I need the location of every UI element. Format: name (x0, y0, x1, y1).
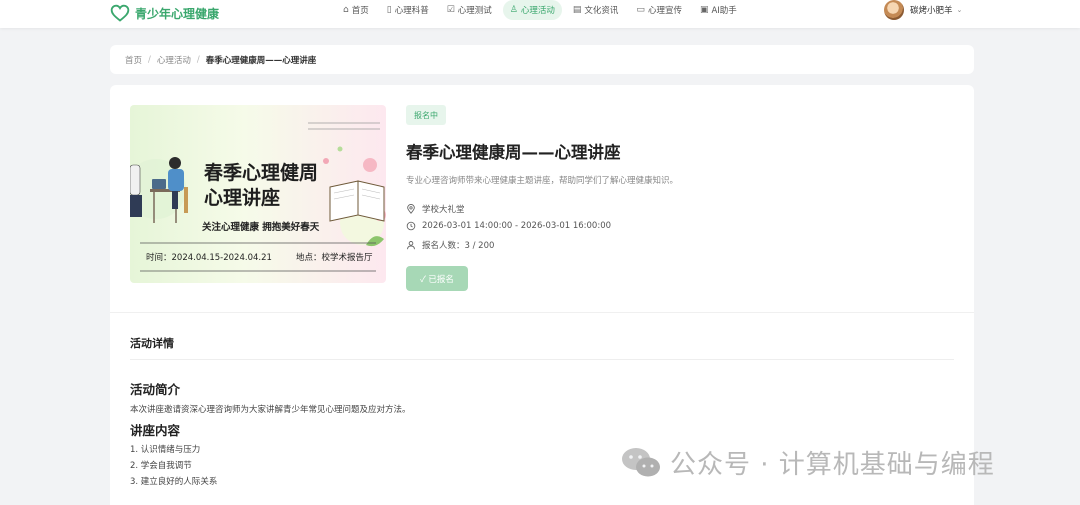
nav-label: 文化资讯 (584, 6, 619, 16)
event-time: 2026-03-01 14:00:00 - 2026-03-01 16:00:0… (406, 221, 611, 231)
status-badge: 报名中 (406, 105, 446, 125)
breadcrumb: 首页 / 心理活动 / 春季心理健康周——心理讲座 (110, 45, 974, 74)
location-pin-icon (406, 204, 416, 214)
breadcrumb-separator: / (148, 54, 151, 65)
poster-title: 春季心理健周心理讲座 (204, 162, 319, 209)
robot-icon: ▣ (699, 5, 709, 15)
event-location-text: 学校大礼堂 (422, 205, 465, 215)
nav-label: AI助手 (711, 6, 737, 16)
nav-item-ai-assistant[interactable]: ▣ AI助手 (693, 0, 744, 20)
clock-icon (406, 221, 416, 231)
content-title: 讲座内容 (130, 423, 181, 438)
watermark-text: 公众号 · 计算机基础与编程 (670, 450, 995, 480)
intro-text: 本次讲座邀请资深心理咨询师为大家讲解青少年常见心理问题及应对方法。 (130, 405, 411, 415)
chat-icon: ▭ (636, 5, 645, 15)
list-item: 1. 认识情绪与压力 (130, 445, 201, 455)
breadcrumb-current: 春季心理健康周——心理讲座 (205, 55, 317, 66)
list-item: 2. 学会自我调节 (130, 461, 192, 471)
user-name: 碳烤小肥羊 (910, 6, 953, 16)
brand-name: 青少年心理健康 (135, 6, 220, 21)
top-navbar: 青少年心理健康 ⌂ 首页 ▯ 心理科普 ☑ 心理测试 ♙ 心理活动 ▤ 文化资讯… (0, 0, 1080, 28)
watermark: 公众号 · 计算机基础与编程 (620, 444, 995, 481)
activity-detail-card: 春季心理健周心理讲座 关注心理健康 拥抱美好春天 时间：2024.04.15-2… (110, 85, 974, 505)
intro-title: 活动简介 (130, 382, 181, 397)
nav-label: 心理科普 (394, 6, 429, 16)
event-poster: 春季心理健周心理讲座 关注心理健康 拥抱美好春天 时间：2024.04.15-2… (130, 105, 386, 283)
nav-item-promotion[interactable]: ▭ 心理宣传 (629, 0, 689, 20)
brand-logo[interactable]: 青少年心理健康 (110, 2, 219, 24)
registered-button[interactable]: ✓ 已报名 (406, 266, 468, 291)
user-menu[interactable]: 碳烤小肥羊 ⌄ (884, 0, 962, 20)
heart-icon (110, 4, 130, 22)
avatar[interactable] (884, 0, 904, 20)
users-icon: ♙ (509, 5, 518, 15)
nav-item-activities[interactable]: ♙ 心理活动 (502, 0, 562, 20)
nav-label: 心理测试 (457, 6, 492, 16)
nav-item-science[interactable]: ▯ 心理科普 (380, 0, 436, 20)
nav-item-news[interactable]: ▤ 文化资讯 (566, 0, 626, 20)
nav-label: 心理宣传 (647, 6, 682, 16)
nav-label: 首页 (351, 6, 369, 16)
home-icon: ⌂ (343, 5, 349, 15)
news-icon: ▤ (572, 5, 582, 15)
checkbox-icon: ☑ (446, 5, 455, 15)
user-icon (406, 240, 416, 250)
detail-heading: 活动详情 (130, 337, 174, 350)
chevron-down-icon[interactable]: ⌄ (957, 6, 963, 14)
breadcrumb-separator: / (196, 54, 200, 65)
event-time-text: 2026-03-01 14:00:00 - 2026-03-01 16:00:0… (422, 221, 612, 231)
breadcrumb-home[interactable]: 首页 (125, 54, 142, 66)
event-title: 春季心理健康周——心理讲座 (406, 143, 621, 162)
nav-label: 心理活动 (520, 6, 555, 16)
event-signup-count: 报名人数：3 / 200 (406, 239, 494, 251)
divider (130, 359, 954, 360)
event-description: 专业心理咨询师带来心理健康主题讲座，帮助同学们了解心理健康知识。 (406, 176, 679, 186)
divider (110, 312, 974, 313)
main-nav: ⌂ 首页 ▯ 心理科普 ☑ 心理测试 ♙ 心理活动 ▤ 文化资讯 ▭ 心理宣传 … (336, 0, 748, 20)
poster-time: 时间：2024.04.15-2024.04.21 (146, 253, 272, 263)
list-item: 3. 建立良好的人际关系 (130, 477, 218, 487)
poster-slogan: 关注心理健康 拥抱美好春天 (202, 222, 320, 233)
breadcrumb-activities[interactable]: 心理活动 (157, 54, 191, 66)
wechat-icon (622, 447, 660, 476)
event-signup-text: 报名人数：3 / 200 (422, 241, 495, 251)
book-icon: ▯ (386, 5, 392, 15)
event-location: 学校大礼堂 (406, 203, 465, 215)
poster-place: 地点：校学术报告厅 (296, 253, 373, 263)
nav-item-home[interactable]: ⌂ 首页 (336, 0, 376, 20)
nav-item-test[interactable]: ☑ 心理测试 (440, 0, 499, 20)
